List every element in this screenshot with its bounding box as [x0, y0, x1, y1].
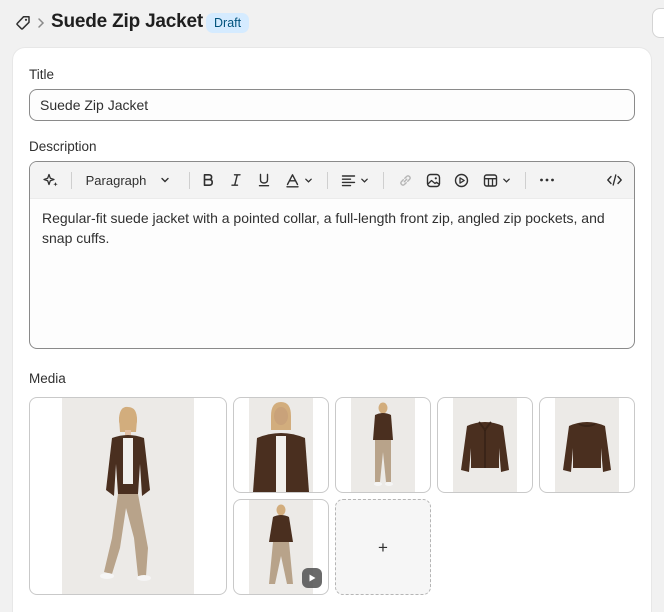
media-item-primary[interactable]	[29, 397, 227, 595]
table-icon[interactable]	[480, 170, 514, 190]
underline-icon[interactable]	[254, 170, 274, 190]
align-icon[interactable]	[338, 170, 372, 190]
magic-sparkle-icon[interactable]	[40, 170, 62, 190]
toolbar-divider	[189, 172, 190, 189]
media-item[interactable]	[335, 397, 431, 493]
description-editor[interactable]: Paragraph Regular-fit suede jacket with …	[29, 161, 635, 349]
description-text[interactable]: Regular-fit suede jacket with a pointed …	[42, 209, 614, 248]
video-icon[interactable]	[451, 170, 471, 190]
more-icon[interactable]	[536, 170, 558, 190]
title-input[interactable]: Suede Zip Jacket	[29, 89, 635, 121]
plus-icon: +	[378, 537, 388, 557]
toolbar-divider	[327, 172, 328, 189]
product-photo	[555, 398, 619, 492]
italic-icon[interactable]	[226, 170, 246, 190]
toolbar-divider	[71, 172, 72, 189]
code-icon[interactable]	[603, 170, 625, 190]
title-label: Title	[29, 67, 55, 82]
media-item-video[interactable]	[233, 499, 329, 595]
add-media-button[interactable]: +	[335, 499, 431, 595]
image-icon[interactable]	[423, 170, 443, 190]
page-header: Suede Zip Jacket Draft	[0, 0, 664, 46]
editor-toolbar: Paragraph	[30, 162, 634, 199]
product-photo	[453, 398, 517, 492]
media-item[interactable]	[437, 397, 533, 493]
chevron-down-icon	[161, 177, 170, 183]
media-item[interactable]	[539, 397, 635, 493]
product-photo	[62, 398, 194, 594]
media-label: Media	[29, 371, 66, 386]
page-title: Suede Zip Jacket	[51, 11, 204, 32]
media-item[interactable]	[233, 397, 329, 493]
play-icon	[302, 568, 322, 588]
format-select-value: Paragraph	[85, 172, 147, 188]
product-photo	[249, 398, 313, 492]
tag-icon[interactable]	[14, 14, 32, 32]
toolbar-divider	[383, 172, 384, 189]
text-color-icon[interactable]	[282, 170, 316, 190]
link-icon[interactable]	[395, 170, 415, 190]
header-action-button[interactable]	[652, 8, 664, 38]
description-label: Description	[29, 139, 97, 154]
product-photo	[351, 398, 415, 492]
chevron-right-icon	[36, 15, 46, 31]
toolbar-divider	[525, 172, 526, 189]
product-details-card: Title Suede Zip Jacket Description Parag…	[13, 48, 651, 612]
status-badge: Draft	[206, 13, 250, 33]
bold-icon[interactable]	[198, 170, 218, 190]
paragraph-format-select[interactable]: Paragraph	[80, 170, 176, 190]
